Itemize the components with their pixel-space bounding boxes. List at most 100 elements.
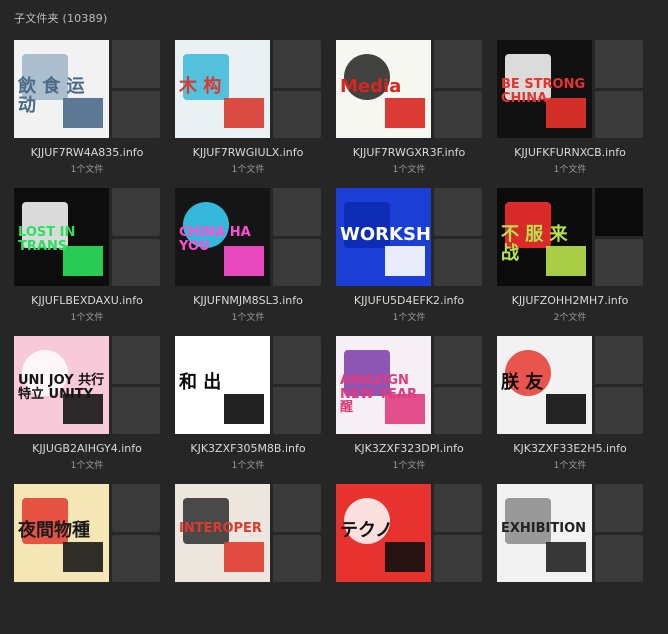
folder-tile[interactable]: 夜間物種 [14,484,160,634]
empty-thumb-slot [434,336,482,384]
empty-thumb-slot [112,90,160,138]
poster-shape [385,542,425,572]
poster-art: WORKSHOP [336,188,431,286]
file-count: 2个文件 [553,313,587,323]
folder-tile[interactable]: 朕 友 KJK3ZXF33E2H5.info 1个文件 [497,336,643,486]
empty-thumb-slot [434,484,482,532]
poster-title-text: LOST IN TRANS [18,225,76,254]
poster-preview-image: テクノ [336,484,431,582]
empty-thumb-slot [434,40,482,88]
folder-thumbnail[interactable]: 夜間物種 [14,484,160,582]
folder-tile[interactable]: EXHIBITION [497,484,643,634]
folder-name: KJJUGB2AIHGY4.info [32,442,142,455]
empty-thumb-slot [595,40,643,88]
poster-title-text: BE STRONG CHINA [501,77,586,106]
poster-preview-image: CHINA HA YOU [175,188,270,286]
poster-shape [546,394,586,424]
file-count: 1个文件 [70,313,104,323]
folder-tile[interactable]: 不 服 来 战 KJJUFZOHH2MH7.info 2个文件 [497,188,643,338]
folder-thumbnail[interactable]: Media [336,40,482,138]
thumbnail-side-slots [595,40,643,138]
folder-name: KJJUFLBEXDAXU.info [31,294,143,307]
folder-tile[interactable]: テクノ [336,484,482,634]
folder-tile[interactable]: Media KJJUF7RWGXR3F.info 1个文件 [336,40,482,190]
empty-thumb-slot [273,386,321,434]
file-count: 1个文件 [392,461,426,471]
folder-thumbnail[interactable]: CHINA HA YOU [175,188,321,286]
empty-thumb-slot [112,188,160,236]
empty-thumb-slot [595,336,643,384]
folder-name: KJK3ZXF305M8B.info [190,442,306,455]
poster-title-text: Media [340,76,402,97]
poster-art: LOST IN TRANS [14,188,109,286]
thumbnail-side-slots [112,484,160,582]
poster-preview-image: 和 出 [175,336,270,434]
empty-thumb-slot [434,188,482,236]
folder-tile[interactable]: 木 构 KJJUF7RWGIULX.info 1个文件 [175,40,321,190]
empty-thumb-slot [112,386,160,434]
poster-preview-image: 不 服 来 战 [497,188,592,286]
folder-thumbnail[interactable]: AMAZIGN NEW YEAR 醒 [336,336,482,434]
folder-thumbnail[interactable]: EXHIBITION [497,484,643,582]
poster-title-text: 和 出 [179,372,222,393]
folder-thumbnail[interactable]: 朕 友 [497,336,643,434]
folder-tile[interactable]: CHINA HA YOU KJJUFNMJM8SL3.info 1个文件 [175,188,321,338]
folder-thumbnail[interactable]: テクノ [336,484,482,582]
empty-thumb-slot [273,188,321,236]
poster-preview-image: WORKSHOP [336,188,431,286]
poster-art: 夜間物種 [14,484,109,582]
thumbnail-side-slots [434,336,482,434]
thumbnail-side-slots [434,40,482,138]
poster-shape [224,394,264,424]
file-count: 1个文件 [70,165,104,175]
folder-thumbnail[interactable]: WORKSHOP [336,188,482,286]
poster-preview-image: 朕 友 [497,336,592,434]
poster-shape [224,98,264,128]
folder-tile[interactable]: WORKSHOP KJJUFU5D4EFK2.info 1个文件 [336,188,482,338]
file-count: 1个文件 [392,165,426,175]
thumbnail-side-slots [595,484,643,582]
poster-preview-image: 飲 食 运 动 [14,40,109,138]
thumbnail-side-slots [595,336,643,434]
folder-tile[interactable]: 飲 食 运 动 KJJUF7RW4A835.info 1个文件 [14,40,160,190]
poster-preview-image: 夜間物種 [14,484,109,582]
empty-thumb-slot [112,238,160,286]
thumbnail-side-slots [112,188,160,286]
poster-shape [546,542,586,572]
poster-preview-image: EXHIBITION [497,484,592,582]
empty-thumb-slot [112,336,160,384]
folder-tile[interactable]: INTEROPER [175,484,321,634]
poster-preview-image: AMAZIGN NEW YEAR 醒 [336,336,431,434]
empty-thumb-slot [434,238,482,286]
folder-tile[interactable]: AMAZIGN NEW YEAR 醒 KJK3ZXF323DPI.info 1个文件 [336,336,482,486]
empty-thumb-slot [273,40,321,88]
folder-tile[interactable]: BE STRONG CHINA KJJUFKFURNXCB.info 1个文件 [497,40,643,190]
file-count: 1个文件 [70,461,104,471]
folder-thumbnail[interactable]: 不 服 来 战 [497,188,643,286]
poster-art: AMAZIGN NEW YEAR 醒 [336,336,431,434]
thumbnail-side-slots [273,336,321,434]
folder-name: KJJUFKFURNXCB.info [514,146,626,159]
empty-thumb-slot [434,386,482,434]
folder-tile[interactable]: UNI JOY 共行特立 UNITY KJJUGB2AIHGY4.info 1个文件 [14,336,160,486]
thumbnail-side-slots [434,484,482,582]
poster-art: CHINA HA YOU [175,188,270,286]
poster-title-text: AMAZIGN NEW YEAR 醒 [340,373,417,416]
folder-thumbnail[interactable]: 木 构 [175,40,321,138]
folder-thumbnail[interactable]: 和 出 [175,336,321,434]
poster-preview-image: Media [336,40,431,138]
folder-thumbnail[interactable]: 飲 食 运 动 [14,40,160,138]
folder-thumbnail[interactable]: UNI JOY 共行特立 UNITY [14,336,160,434]
folder-thumbnail[interactable]: INTEROPER [175,484,321,582]
folder-tile[interactable]: LOST IN TRANS KJJUFLBEXDAXU.info 1个文件 [14,188,160,338]
poster-title-text: EXHIBITION [501,521,587,536]
empty-thumb-slot [112,484,160,532]
thumbnail-side-slots [112,40,160,138]
file-count: 1个文件 [553,165,587,175]
folder-tile[interactable]: 和 出 KJK3ZXF305M8B.info 1个文件 [175,336,321,486]
empty-thumb-slot [434,90,482,138]
folder-thumbnail[interactable]: BE STRONG CHINA [497,40,643,138]
folder-thumbnail[interactable]: LOST IN TRANS [14,188,160,286]
empty-thumb-slot [595,188,643,236]
poster-title-text: UNI JOY 共行特立 UNITY [18,373,105,402]
